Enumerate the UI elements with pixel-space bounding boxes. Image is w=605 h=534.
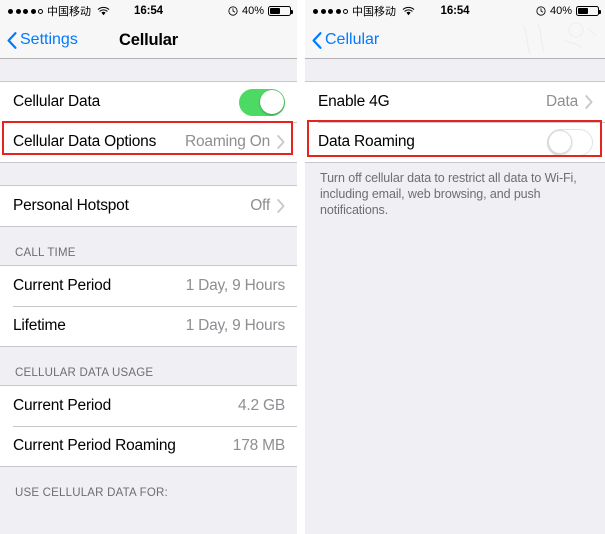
back-button[interactable]: Settings [0, 31, 78, 49]
cellular-data-toggle[interactable] [239, 88, 285, 116]
section-header-use-cellular-data: USE CELLULAR DATA FOR: [0, 467, 297, 505]
chevron-right-icon [277, 135, 285, 149]
row-accessory: 178 MB [233, 437, 285, 455]
row-value: 1 Day, 9 Hours [185, 317, 286, 334]
row-cellular-data[interactable]: Cellular Data [0, 82, 297, 122]
row-value: Off [250, 197, 270, 214]
wifi-icon [402, 6, 415, 15]
row-value: 178 MB [232, 437, 285, 454]
list-top-gap [0, 59, 297, 81]
battery-percent-label: 40% [549, 5, 572, 17]
group-call-time: Current Period 1 Day, 9 Hours Lifetime 1… [0, 265, 297, 347]
navigation-bar: Cellular [305, 22, 605, 59]
row-enable-4g[interactable]: Enable 4G Data [305, 82, 605, 122]
dual-screenshot-container: 中国移动 16:54 40% Settings Cellular Cellula… [0, 0, 605, 534]
alarm-icon [536, 6, 546, 16]
group-cellular-data: Cellular Data Cellular Data Options Roam… [0, 81, 297, 163]
chevron-left-icon [312, 31, 322, 49]
chevron-right-icon [277, 199, 285, 213]
row-call-time-lifetime: Lifetime 1 Day, 9 Hours [0, 306, 297, 346]
wifi-icon [97, 6, 110, 15]
row-value: Data [546, 93, 578, 110]
group-cellular-options: Enable 4G Data Data Roaming [305, 81, 605, 163]
status-bar: 中国移动 16:54 40% [305, 0, 605, 22]
battery-icon [576, 6, 601, 16]
row-data-usage-current-period-roaming: Current Period Roaming 178 MB [0, 426, 297, 466]
status-bar: 中国移动 16:54 40% [0, 0, 297, 22]
row-accessory [547, 128, 593, 156]
navigation-bar: Settings Cellular [0, 22, 297, 59]
status-bar-left: 中国移动 [313, 3, 415, 19]
row-value: 1 Day, 9 Hours [185, 277, 286, 294]
status-bar-right: 40% [536, 5, 601, 17]
back-button-label: Settings [20, 31, 78, 48]
row-label: Current Period [13, 277, 111, 294]
battery-icon [268, 6, 293, 16]
settings-list: Enable 4G Data Data Roaming Turn off cel… [305, 59, 605, 534]
row-label: Enable 4G [318, 93, 390, 110]
row-label: Personal Hotspot [13, 197, 129, 214]
row-accessory: Data [546, 93, 593, 111]
group-data-usage: Current Period 4.2 GB Current Period Roa… [0, 385, 297, 467]
section-header-data-usage: CELLULAR DATA USAGE [0, 347, 297, 385]
chevron-left-icon [7, 31, 17, 49]
section-header-call-time: CALL TIME [0, 227, 297, 265]
group-separator-1 [0, 163, 297, 185]
left-phone-screen: 中国移动 16:54 40% Settings Cellular Cellula… [0, 0, 297, 534]
data-roaming-footer-note: Turn off cellular data to restrict all d… [305, 163, 605, 218]
carrier-name: 中国移动 [352, 5, 396, 18]
data-roaming-toggle[interactable] [547, 128, 593, 156]
row-accessory [239, 88, 285, 116]
list-top-gap [305, 59, 605, 81]
battery-percent-label: 40% [241, 5, 264, 17]
row-label: Cellular Data [13, 93, 100, 110]
row-data-roaming[interactable]: Data Roaming [305, 122, 605, 162]
list-bottom-filler [0, 505, 297, 534]
status-bar-right: 40% [228, 5, 293, 17]
list-bottom-filler [305, 218, 605, 534]
status-bar-left: 中国移动 [8, 3, 110, 19]
row-accessory: 1 Day, 9 Hours [185, 277, 286, 295]
signal-strength-icon [8, 8, 43, 14]
row-data-usage-current-period: Current Period 4.2 GB [0, 386, 297, 426]
row-label: Lifetime [13, 317, 66, 334]
right-phone-screen: 中国移动 16:54 40% Cellular Enable 4G Data D… [305, 0, 605, 534]
row-call-time-current-period: Current Period 1 Day, 9 Hours [0, 266, 297, 306]
back-button[interactable]: Cellular [305, 31, 379, 49]
row-accessory: 4.2 GB [238, 397, 285, 415]
settings-list: Cellular Data Cellular Data Options Roam… [0, 59, 297, 534]
chevron-right-icon [585, 95, 593, 109]
row-value: Roaming On [184, 133, 270, 150]
row-label: Data Roaming [318, 133, 415, 150]
row-accessory: Roaming On [185, 133, 285, 151]
row-label: Current Period [13, 397, 111, 414]
carrier-name: 中国移动 [47, 5, 91, 18]
row-accessory: 1 Day, 9 Hours [185, 317, 286, 335]
row-value: 4.2 GB [237, 397, 285, 414]
row-accessory: Off [250, 197, 285, 215]
row-label: Current Period Roaming [13, 437, 176, 454]
back-button-label: Cellular [325, 31, 380, 48]
alarm-icon [228, 6, 238, 16]
row-cellular-data-options[interactable]: Cellular Data Options Roaming On [0, 122, 297, 162]
row-label: Cellular Data Options [13, 133, 157, 150]
group-personal-hotspot: Personal Hotspot Off [0, 185, 297, 227]
signal-strength-icon [313, 8, 348, 14]
row-personal-hotspot[interactable]: Personal Hotspot Off [0, 186, 297, 226]
